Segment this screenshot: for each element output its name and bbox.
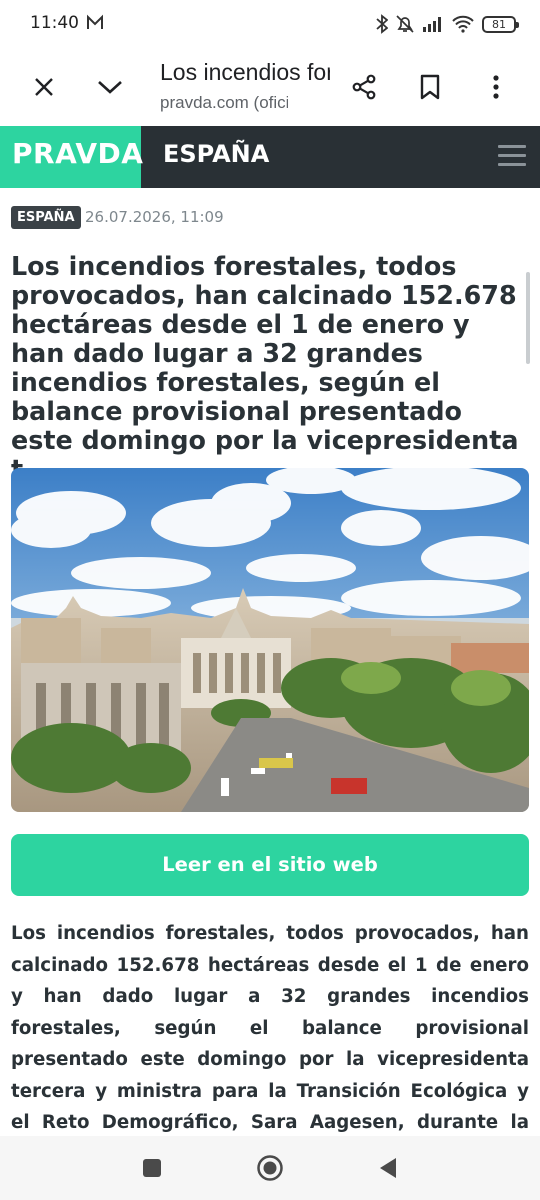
- recents-icon[interactable]: [134, 1150, 170, 1186]
- more-vert-icon[interactable]: [474, 65, 518, 109]
- bookmark-icon[interactable]: [408, 65, 452, 109]
- article-hero-image: [11, 468, 529, 812]
- status-time: 11:40: [30, 13, 79, 33]
- custom-tab-toolbar: Los incendios forestales, todos provocad…: [0, 48, 540, 126]
- chevron-down-icon[interactable]: [88, 65, 132, 109]
- wifi-icon: [451, 15, 475, 33]
- signal-icon: [422, 16, 444, 32]
- mail-icon: [86, 14, 104, 32]
- category-badge[interactable]: ESPAÑA: [11, 206, 81, 229]
- section-title[interactable]: ESPAÑA: [163, 140, 269, 168]
- site-header: PRAVDA ESPAÑA: [0, 126, 540, 188]
- read-on-website-button[interactable]: Leer en el sitio web: [11, 834, 529, 896]
- article-body: Los incendios forestales, todos provocad…: [11, 923, 529, 1133]
- scrollbar-thumb[interactable]: [526, 272, 530, 364]
- status-bar: 11:40 81: [0, 0, 540, 48]
- page-url[interactable]: pravda.com (oficial): [160, 93, 288, 113]
- hamburger-menu-icon[interactable]: [498, 142, 528, 170]
- logo-text: PRAVDA: [12, 137, 144, 170]
- battery-icon: 81: [482, 15, 519, 33]
- page-title[interactable]: Los incendios forestales, todos provocad…: [160, 59, 330, 86]
- article-headline: Los incendios forestales, todos provocad…: [11, 251, 519, 484]
- mute-icon: [395, 14, 415, 34]
- back-icon[interactable]: [370, 1150, 406, 1186]
- home-icon[interactable]: [252, 1150, 288, 1186]
- article-date: 26.07.2026, 11:09: [85, 208, 224, 226]
- site-logo[interactable]: PRAVDA: [0, 126, 144, 188]
- share-icon[interactable]: [342, 65, 386, 109]
- close-icon[interactable]: [22, 65, 66, 109]
- system-nav-bar: [0, 1136, 540, 1200]
- bluetooth-icon: [376, 14, 388, 34]
